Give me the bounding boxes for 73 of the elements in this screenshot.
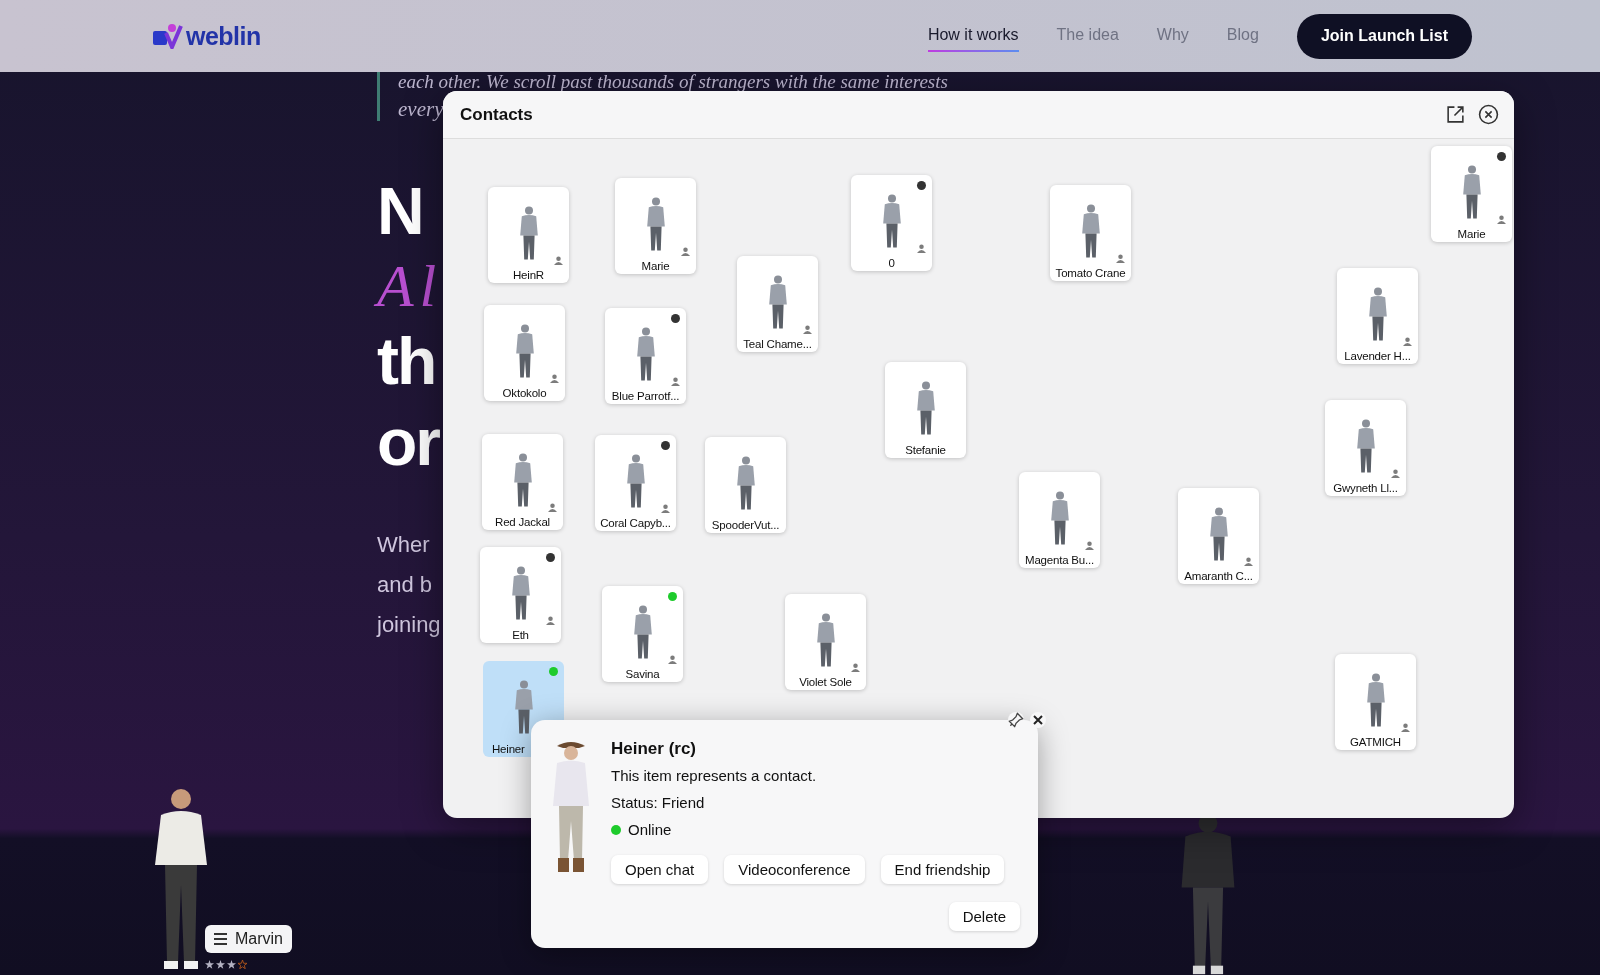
contact-name: SpooderVut...: [711, 519, 780, 531]
contact-card[interactable]: Oktokolo: [484, 305, 565, 401]
contact-card[interactable]: 0: [851, 175, 932, 271]
contact-card[interactable]: Lavender H...: [1337, 268, 1418, 364]
star-icon: [238, 960, 247, 969]
paragraph-text: joining: [377, 611, 441, 639]
headline-text: N: [377, 173, 423, 250]
contact-card[interactable]: Teal Chame...: [737, 256, 818, 352]
contact-name: Marie: [1457, 228, 1486, 240]
contact-card[interactable]: Marie: [1431, 146, 1512, 242]
contact-name: Marie: [641, 260, 670, 272]
contact-name: 0: [888, 257, 895, 269]
contact-card[interactable]: Stefanie: [885, 362, 966, 458]
quote-text: each other. We scroll past thousands of strangers with the same interests: [398, 72, 948, 91]
contact-card[interactable]: Red Jackal: [482, 434, 563, 530]
avatar-name: Marvin: [235, 930, 283, 948]
contact-name: Gwyneth Ll...: [1333, 482, 1398, 494]
contact-card[interactable]: Gwyneth Ll...: [1325, 400, 1406, 496]
contact-name: Magenta Bu...: [1025, 554, 1094, 566]
contact-title: Heiner (rc): [611, 738, 698, 760]
contact-card[interactable]: Magenta Bu...: [1019, 472, 1100, 568]
contact-name: Stefanie: [905, 444, 946, 456]
star-icon: [216, 960, 225, 969]
contact-card[interactable]: Blue Parrotf...: [605, 308, 686, 404]
contact-card[interactable]: Marie: [615, 178, 696, 274]
headline-text: th: [377, 323, 436, 400]
logo-text[interactable]: weblin: [186, 21, 261, 51]
description-text: This item represents a contact.: [611, 766, 818, 786]
contact-name: Blue Parrotf...: [611, 390, 680, 402]
contact-name: Savina: [625, 668, 660, 680]
online-status: Online: [628, 820, 672, 840]
status-text: Status: Friend: [611, 793, 706, 813]
headline-text: or: [377, 404, 439, 481]
action-button[interactable]: Open chat: [611, 855, 709, 884]
contact-card[interactable]: Amaranth C...: [1178, 488, 1259, 584]
close-icon[interactable]: [1478, 104, 1499, 125]
contact-name: Lavender H...: [1344, 350, 1411, 362]
logo-icon[interactable]: [151, 23, 183, 49]
join-launch-list-button[interactable]: Join Launch List: [1296, 13, 1472, 59]
contact-name: HeinR: [513, 269, 544, 281]
contact-name: Coral Capyb...: [600, 517, 671, 529]
paragraph-text: and b: [377, 571, 433, 599]
contact-card[interactable]: Coral Capyb...: [595, 435, 676, 531]
window-title: Contacts: [460, 104, 533, 125]
contact-card[interactable]: Tomato Crane: [1050, 185, 1131, 281]
contact-name: Violet Sole: [799, 676, 852, 688]
star-icon: [205, 960, 214, 969]
contact-card[interactable]: Violet Sole: [785, 594, 866, 690]
contact-name: Eth: [512, 629, 529, 641]
contact-name: Heiner: [492, 743, 525, 755]
avatar-name-tag[interactable]: Marvin: [205, 925, 292, 953]
contact-name: GATMICH: [1350, 736, 1401, 748]
pop-out-icon[interactable]: [1445, 104, 1466, 125]
contact-name: Amaranth C...: [1184, 570, 1253, 582]
contact-name: Teal Chame...: [743, 338, 812, 350]
close-icon[interactable]: [1030, 712, 1046, 728]
star-icon: [227, 960, 236, 969]
quote-text: every: [398, 97, 444, 121]
contact-name: Tomato Crane: [1055, 267, 1126, 279]
contact-card[interactable]: HeinR: [488, 187, 569, 283]
pin-icon[interactable]: [1008, 712, 1024, 728]
nav-link[interactable]: How it works: [927, 20, 1019, 52]
contact-name: Oktokolo: [502, 387, 547, 399]
delete-button[interactable]: Delete: [948, 902, 1020, 931]
contact-card[interactable]: GATMICH: [1335, 654, 1416, 750]
action-button[interactable]: Videoconference: [724, 855, 865, 884]
paragraph-text: Wher: [377, 531, 430, 559]
contact-card[interactable]: Savina: [602, 586, 683, 682]
action-button[interactable]: End friendship: [880, 855, 1005, 884]
contact-card[interactable]: SpooderVut...: [705, 437, 786, 533]
menu-icon[interactable]: [214, 933, 227, 945]
contact-card[interactable]: Eth: [480, 547, 561, 643]
contact-name: Red Jackal: [495, 516, 550, 528]
